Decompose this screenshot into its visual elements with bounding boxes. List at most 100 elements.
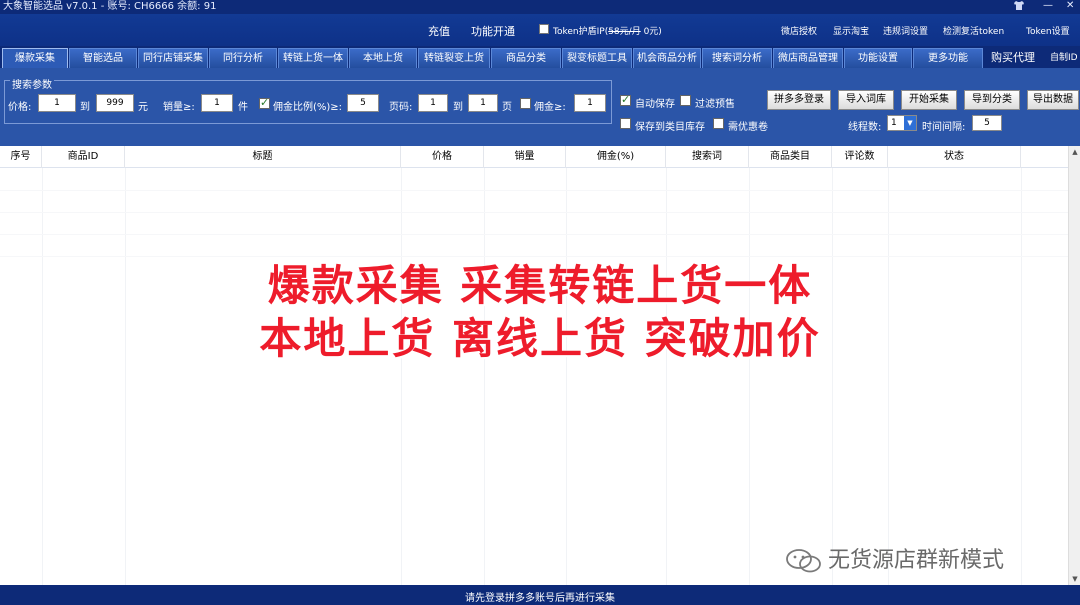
shop-auth-menu[interactable]: 微店授权 [781, 24, 817, 37]
tab-weidian-manage[interactable]: 微店商品管理 [773, 48, 843, 68]
sales-label: 销量≥: [163, 102, 195, 113]
tab-more[interactable]: 更多功能 [913, 48, 983, 68]
tab-link-upload[interactable]: 转链上货一体 [278, 48, 348, 68]
column-divider [484, 168, 485, 585]
tab-peer-analysis[interactable]: 同行分析 [209, 48, 277, 68]
window-title: 大象智能选品 v7.0.1 - 账号: CH6666 余额: 91 [3, 1, 217, 12]
close-icon[interactable]: ✕ [1066, 0, 1074, 12]
page-to-label: 到 [453, 102, 463, 113]
commission-ratio-input[interactable]: 5 [347, 94, 379, 112]
yuan-label: 元 [138, 102, 148, 113]
filter-presale-label: 过滤预售 [695, 99, 735, 110]
auto-save-label: 自动保存 [635, 99, 675, 110]
custom-id-link[interactable]: 自制ID [1050, 50, 1078, 63]
col-sales[interactable]: 销量 [484, 146, 566, 168]
col-commission[interactable]: 佣金(%) [566, 146, 666, 168]
table-header: 序号 商品ID 标题 价格 销量 佣金(%) 搜索词 商品类目 评论数 状态 [0, 146, 1068, 168]
col-category[interactable]: 商品类目 [749, 146, 832, 168]
activate-menu[interactable]: 功能开通 [471, 23, 515, 39]
scroll-down-icon[interactable]: ▼ [1069, 573, 1080, 585]
show-taobao-menu[interactable]: 显示淘宝 [833, 24, 869, 37]
col-product-id[interactable]: 商品ID [42, 146, 125, 168]
column-divider [666, 168, 667, 585]
tab-category[interactable]: 商品分类 [491, 48, 561, 68]
col-reviews[interactable]: 评论数 [832, 146, 888, 168]
tab-hot-collect[interactable]: 爆款采集 [2, 48, 68, 68]
col-index[interactable]: 序号 [0, 146, 42, 168]
promo-line-1: 爆款采集 采集转链上货一体 [267, 261, 813, 310]
page-label: 页码: [389, 102, 413, 113]
price-max-input[interactable]: 999 [96, 94, 134, 112]
shirt-icon[interactable] [1013, 0, 1025, 15]
page-to-input[interactable]: 1 [468, 94, 498, 112]
price-min-input[interactable]: 1 [38, 94, 76, 112]
minimize-icon[interactable]: — [1043, 0, 1053, 12]
buy-agent-link[interactable]: 购买代理 [991, 49, 1035, 65]
column-divider [125, 168, 126, 585]
token-settings-menu[interactable]: Token设置 [1026, 24, 1070, 37]
tab-fission-upload[interactable]: 转链裂变上货 [418, 48, 490, 68]
title-bar: 大象智能选品 v7.0.1 - 账号: CH6666 余额: 91 — ✕ [0, 0, 1080, 14]
token-shield-new-price: 0元) [640, 27, 662, 37]
row-divider [0, 212, 1068, 213]
page-unit-label: 页 [502, 102, 512, 113]
price-label: 价格: [8, 102, 32, 113]
filter-presale-checkbox[interactable] [680, 95, 691, 106]
start-collect-button[interactable]: 开始采集 [901, 90, 957, 110]
main-tab-bar: 爆款采集 智能选品 同行店铺采集 同行分析 转链上货一体 本地上货 转链裂变上货… [0, 46, 1080, 68]
interval-label: 时间间隔: [922, 122, 966, 133]
col-price[interactable]: 价格 [401, 146, 484, 168]
watermark-text: 无货源店群新模式 [828, 548, 1005, 573]
tab-title-tool[interactable]: 裂变标题工具 [562, 48, 632, 68]
need-coupon-checkbox[interactable] [713, 118, 724, 129]
recharge-menu[interactable]: 充值 [428, 23, 450, 39]
sales-min-input[interactable]: 1 [201, 94, 233, 112]
need-coupon-label: 需优惠卷 [728, 122, 768, 133]
wechat-icon [786, 549, 821, 573]
column-divider [888, 168, 889, 585]
watermark: 无货源店群新模式 [784, 542, 1004, 574]
threads-value: 1 [891, 118, 897, 128]
col-status[interactable]: 状态 [888, 146, 1021, 168]
tab-settings[interactable]: 功能设置 [844, 48, 912, 68]
column-divider [42, 168, 43, 585]
tab-search-analysis[interactable]: 搜索词分析 [702, 48, 772, 68]
save-category-label: 保存到类目库存 [635, 122, 705, 133]
import-words-button[interactable]: 导入词库 [838, 90, 894, 110]
tab-opportunity[interactable]: 机会商品分析 [633, 48, 701, 68]
col-title[interactable]: 标题 [125, 146, 401, 168]
tab-local-upload[interactable]: 本地上货 [349, 48, 417, 68]
pdd-login-button[interactable]: 拼多多登录 [767, 90, 831, 110]
col-search-word[interactable]: 搜索词 [666, 146, 749, 168]
tab-peer-shop-collect[interactable]: 同行店铺采集 [138, 48, 208, 68]
commission-input[interactable]: 1 [574, 94, 606, 112]
commission-checkbox[interactable] [520, 98, 531, 109]
column-divider [832, 168, 833, 585]
search-params-title: 搜索参数 [10, 76, 54, 91]
violation-settings-menu[interactable]: 违规词设置 [883, 24, 928, 37]
check-token-menu[interactable]: 检测复活token [943, 24, 1004, 37]
scroll-up-icon[interactable]: ▲ [1069, 146, 1080, 158]
top-menu-bar: 充值 功能开通 Token护盾IP(58元/月 0元) 微店授权 显示淘宝 违规… [0, 14, 1080, 46]
token-shield-checkbox[interactable] [539, 24, 549, 34]
search-panel: 搜索参数 价格: 1 到 999 元 销量≥: 1 件 佣金比例(%)≥: 5 … [0, 68, 1080, 146]
threads-select[interactable]: 1 ▼ [887, 115, 917, 131]
commission-label: 佣金≥: [534, 102, 566, 113]
tab-smart-select[interactable]: 智能选品 [69, 48, 137, 68]
commission-ratio-label: 佣金比例(%)≥: [273, 102, 343, 113]
chevron-down-icon[interactable]: ▼ [904, 116, 916, 130]
commission-ratio-checkbox[interactable] [259, 96, 270, 109]
promo-line-2: 本地上货 离线上货 突破加价 [259, 314, 821, 363]
status-text: 请先登录拼多多账号后再进行采集 [465, 593, 615, 604]
export-category-button[interactable]: 导到分类 [964, 90, 1020, 110]
export-data-button[interactable]: 导出数据 [1027, 90, 1079, 110]
save-category-checkbox[interactable] [620, 118, 631, 129]
auto-save-checkbox[interactable] [620, 93, 631, 106]
interval-input[interactable]: 5 [972, 115, 1002, 131]
threads-label: 线程数: [848, 122, 882, 133]
column-divider [1021, 168, 1022, 585]
page-from-input[interactable]: 1 [418, 94, 448, 112]
unit-label: 件 [238, 102, 248, 113]
column-divider [749, 168, 750, 585]
token-shield-label: Token护盾IP(58元/月 0元) [553, 27, 662, 37]
